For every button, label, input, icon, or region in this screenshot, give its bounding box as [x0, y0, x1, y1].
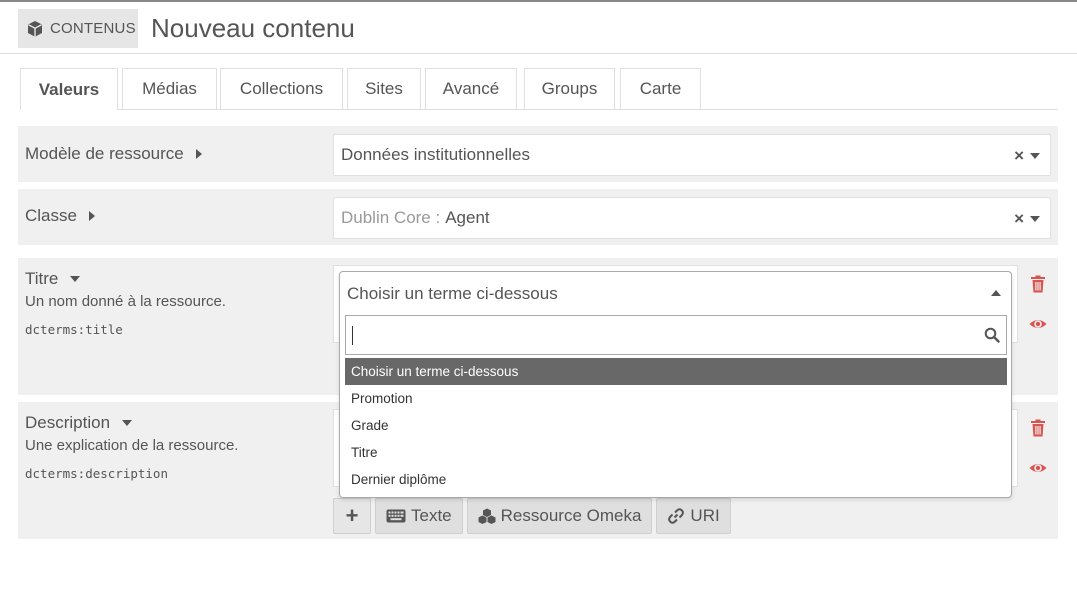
eye-icon[interactable]: [1029, 459, 1047, 477]
dropdown-search-field[interactable]: [345, 315, 1007, 355]
collapse-arrow-icon: [122, 420, 133, 426]
dropdown-option[interactable]: Grade: [345, 412, 1007, 439]
resource-class-row: Classe Dublin Core : Agent ×: [18, 189, 1058, 245]
add-uri-button[interactable]: URI: [656, 498, 731, 534]
cubes-icon: [478, 508, 496, 524]
clear-icon[interactable]: ×: [1014, 146, 1024, 166]
expand-arrow-icon: [195, 149, 202, 159]
chevron-down-icon: [1030, 216, 1040, 222]
chevron-up-icon: [991, 290, 1001, 296]
property-label-title[interactable]: Titre: [25, 269, 81, 289]
dropdown-selected-value[interactable]: Choisir un terme ci-dessous: [347, 284, 558, 304]
expand-arrow-icon: [88, 211, 95, 221]
section-label: CONTENUS: [50, 20, 136, 37]
vocabulary-prefix: Dublin Core :: [341, 208, 441, 227]
tab-carte[interactable]: Carte: [620, 68, 701, 109]
plus-icon: +: [345, 503, 359, 528]
tab-groups[interactable]: Groups: [524, 68, 615, 109]
trash-icon[interactable]: [1029, 275, 1047, 293]
tab-avance[interactable]: Avancé: [425, 68, 517, 109]
link-icon: [668, 508, 685, 524]
property-label-description[interactable]: Description: [25, 413, 133, 433]
collapse-arrow-icon: [70, 276, 81, 282]
page-header: CONTENUS Nouveau contenu: [0, 2, 1077, 54]
add-text-button[interactable]: Texte: [375, 498, 463, 534]
tab-bar: Valeurs Médias Collections Sites Avancé …: [20, 68, 1058, 110]
section-badge[interactable]: CONTENUS: [18, 9, 138, 48]
clear-icon[interactable]: ×: [1014, 209, 1024, 229]
resource-template-row: Modèle de ressource Données institutionn…: [18, 126, 1058, 182]
chevron-down-icon: [1030, 153, 1040, 159]
add-omeka-resource-button[interactable]: Ressource Omeka: [466, 498, 653, 534]
property-description: Une explication de la ressource.: [25, 437, 239, 454]
add-value-toolbar: + Texte Ressource Omeka URI: [333, 498, 735, 534]
property-term-dropdown[interactable]: Choisir un terme ci-dessous Choisir un t…: [339, 271, 1012, 498]
keyboard-icon: [386, 509, 406, 523]
resource-class-label[interactable]: Classe: [25, 206, 95, 226]
resource-template-label[interactable]: Modèle de ressource: [25, 144, 202, 164]
dropdown-option[interactable]: Titre: [345, 439, 1007, 466]
resource-class-select[interactable]: Dublin Core : Agent ×: [333, 197, 1051, 239]
cube-icon: [28, 20, 42, 37]
property-term: dcterms:title: [25, 322, 123, 337]
trash-icon[interactable]: [1029, 419, 1047, 437]
dropdown-search-input[interactable]: [346, 316, 976, 354]
eye-icon[interactable]: [1029, 315, 1047, 333]
resource-template-select[interactable]: Données institutionnelles ×: [333, 134, 1051, 176]
dropdown-option[interactable]: Promotion: [345, 385, 1007, 412]
add-value-button[interactable]: +: [333, 498, 371, 534]
dropdown-option[interactable]: Dernier diplôme: [345, 466, 1007, 493]
tab-sites[interactable]: Sites: [347, 68, 421, 109]
search-icon: [984, 327, 1000, 343]
property-description: Un nom donné à la ressource.: [25, 293, 226, 310]
resource-class-value: Agent: [445, 208, 490, 227]
property-term: dcterms:description: [25, 466, 168, 481]
page-title: Nouveau contenu: [151, 13, 355, 43]
tab-collections[interactable]: Collections: [220, 68, 343, 109]
dropdown-options: Choisir un terme ci-dessous Promotion Gr…: [345, 358, 1007, 493]
resource-template-value: Données institutionnelles: [341, 145, 531, 164]
tab-valeurs[interactable]: Valeurs: [20, 68, 118, 110]
tab-medias[interactable]: Médias: [122, 68, 217, 109]
text-cursor: [352, 326, 353, 345]
dropdown-option[interactable]: Choisir un terme ci-dessous: [345, 358, 1007, 385]
